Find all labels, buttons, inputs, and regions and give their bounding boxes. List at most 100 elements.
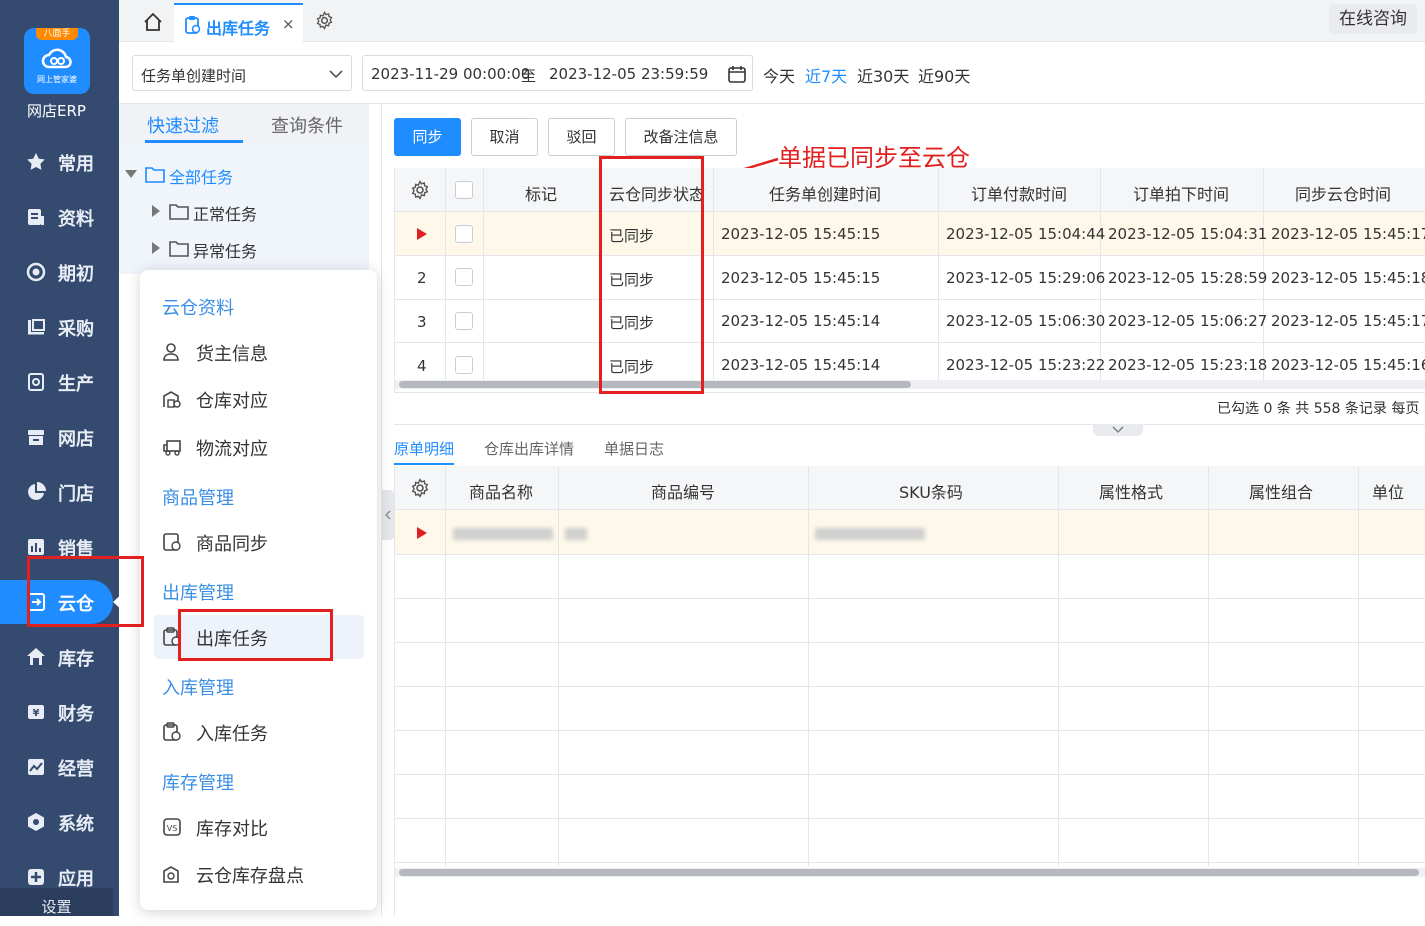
cell-ordered: 2023-12-05 15:23:18 [1108,356,1268,374]
cell-paid: 2023-12-05 15:29:06 [946,269,1106,287]
caret-right-icon[interactable] [152,205,160,217]
header-attr-combo: 属性组合 [1249,483,1314,502]
menu-item-owner-info[interactable]: 货主信息 [154,330,364,374]
menu-item-product-sync[interactable]: 商品同步 [154,520,364,564]
caret-down-icon[interactable] [125,170,137,178]
quick-90days[interactable]: 近90天 [918,63,970,87]
caret-right-icon[interactable] [152,242,160,254]
gear-icon[interactable] [410,478,430,498]
row-divider [395,598,1425,599]
header-product-name: 商品名称 [469,483,534,502]
header-created: 任务单创建时间 [769,185,882,204]
edit-note-button[interactable]: 改备注信息 [625,118,737,156]
document-icon [28,209,44,225]
header-paid: 订单付款时间 [971,185,1068,204]
group-outbound-management: 出库管理 [162,583,234,604]
nav-item-data[interactable]: 资料 [0,195,119,239]
grid-footer: 已勾选 0 条 共 558 条记录 每页 [1217,401,1420,417]
tree-node-abnormal[interactable]: 异常任务 [193,238,257,262]
col-divider [1358,466,1359,866]
nav-item-production[interactable]: 生产 [0,360,119,404]
nav-item-initial[interactable]: 期初 [0,250,119,294]
cloud-logo-icon [41,48,72,69]
row-checkbox[interactable] [455,356,473,374]
nav-item-operation[interactable]: 经营 [0,745,119,789]
gear-icon[interactable] [315,11,334,30]
tab-query-conditions[interactable]: 查询条件 [271,112,343,138]
range-separator: 至 [521,67,537,85]
compare-icon: VS [163,818,181,836]
horizontal-scrollbar[interactable] [395,868,1425,877]
row-divider [395,342,1425,343]
home-icon[interactable] [143,12,163,32]
tab-underline [394,463,454,465]
date-range-picker[interactable]: 2023-11-29 00:00:00 至 2023-12-05 23:59:5… [362,55,753,91]
tab-quick-filter[interactable]: 快速过滤 [147,112,219,138]
row-checkbox[interactable] [455,312,473,330]
cell-created: 2023-12-05 15:45:14 [721,312,881,330]
cell-created: 2023-12-05 15:45:15 [721,225,881,243]
nav-item-inventory[interactable]: 库存 [0,635,119,679]
nav-item-common[interactable]: 常用 [0,140,119,184]
app-name: 网店ERP [27,102,86,120]
tab-order-detail[interactable]: 原单明细 [394,438,454,459]
cancel-button[interactable]: 取消 [471,118,538,156]
sync-button[interactable]: 同步 [394,118,461,156]
row-number: 2 [417,269,427,287]
col-divider [1208,466,1209,866]
cell-synced: 2023-12-05 15:45:17 [1271,312,1425,330]
nav-item-store[interactable]: 门店 [0,470,119,514]
online-consult-button[interactable]: 在线咨询 [1329,4,1417,34]
gear-icon[interactable] [410,180,430,200]
menu-item-warehouse-mapping[interactable]: 仓库对应 [154,377,364,421]
horizontal-scrollbar[interactable] [395,380,1425,389]
menu-item-label: 云仓库存盘点 [196,866,304,887]
select-all-checkbox[interactable] [455,181,473,199]
reject-button[interactable]: 驳回 [548,118,615,156]
nav-item-eshop[interactable]: 网店 [0,415,119,459]
col-divider [445,168,446,380]
logo-top-text: 八面手 [36,28,78,40]
row-checkbox[interactable] [455,225,473,243]
cell-paid: 2023-12-05 15:23:22 [946,356,1106,374]
highlight-box-cloud-nav [27,556,144,627]
menu-item-cloud-stocktake[interactable]: 云仓库存盘点 [154,852,364,896]
menu-item-logistics-mapping[interactable]: 物流对应 [154,425,364,469]
highlight-box-sync-status [599,156,704,394]
settings-link[interactable]: 设置 [0,888,113,916]
detail-grid: 商品名称 商品编号 SKU条码 属性格式 属性组合 单位 [394,466,1425,916]
time-type-select[interactable]: 任务单创建时间 [132,55,352,91]
tab-warehouse-outbound[interactable]: 仓库出库详情 [484,438,574,459]
nav-label: 网店 [58,429,94,450]
pie-icon [28,482,46,500]
col-divider [713,168,714,380]
quick-today[interactable]: 今天 [763,63,795,87]
row-checkbox[interactable] [455,268,473,286]
star-icon [27,153,45,170]
cell-paid: 2023-12-05 15:04:44 [946,225,1106,243]
nav-item-purchase[interactable]: 采购 [0,305,119,349]
folder-icon [169,204,189,220]
scrollbar-thumb[interactable] [399,869,1419,876]
tab-outbound-task[interactable]: 出库任务 × [174,3,303,42]
blurred-product-code [565,528,587,540]
menu-item-inventory-compare[interactable]: VS 库存对比 [154,805,364,849]
header-product-code: 商品编号 [651,483,716,502]
quick-7days[interactable]: 近7天 [805,63,847,87]
nav-item-system[interactable]: 系统 [0,800,119,844]
nav-item-finance[interactable]: ¥ 财务 [0,690,119,734]
tree-node-all[interactable]: 全部任务 [169,164,233,188]
nav-label: 期初 [58,264,94,285]
col-divider [938,168,939,380]
filter-tabs: 快速过滤 查询条件 [119,104,369,144]
cell-paid: 2023-12-05 15:06:30 [946,312,1106,330]
nav-label: 财务 [58,704,94,725]
tab-document-log[interactable]: 单据日志 [604,438,664,459]
tree-node-normal[interactable]: 正常任务 [193,201,257,225]
collapse-handle[interactable] [382,490,394,540]
task-doc-icon [185,16,201,34]
tab-close-icon[interactable]: × [282,15,295,33]
splitter-handle[interactable] [1093,424,1143,436]
menu-item-inbound-task[interactable]: 入库任务 [154,710,364,754]
quick-30days[interactable]: 近30天 [857,63,909,87]
